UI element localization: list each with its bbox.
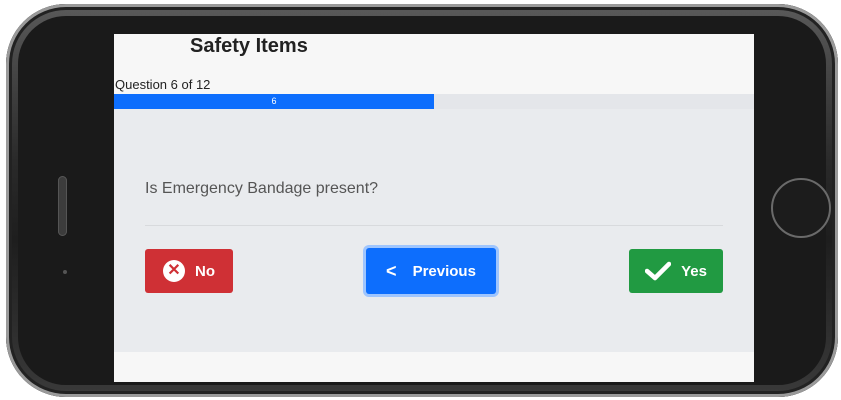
phone-home-button[interactable] [771,178,831,238]
chevron-left-icon: < [386,260,397,281]
question-counter: Question 6 of 12 [115,77,211,92]
x-circle-icon: ✕ [163,260,185,282]
phone-speaker-slot [58,176,67,236]
page-title: Safety Items [190,35,308,57]
check-icon [645,261,672,281]
previous-button[interactable]: < Previous [366,248,496,294]
phone-frame: Safety Items Question 6 of 12 6 Is Emerg… [6,4,838,397]
progress-fill: 6 [114,94,434,109]
no-button-label: No [195,262,215,280]
question-text: Is Emergency Bandage present? [145,180,379,197]
yes-button-label: Yes [681,262,707,280]
header: Safety Items Question 6 of 12 [114,34,754,94]
app-screen: Safety Items Question 6 of 12 6 Is Emerg… [114,34,754,382]
yes-button[interactable]: Yes [629,249,723,293]
phone-camera-dot [63,270,67,274]
previous-button-label: Previous [412,262,476,280]
footer-strip [114,352,754,382]
progress-bar: 6 [114,94,754,109]
no-button[interactable]: ✕ No [145,249,233,293]
divider [145,225,723,226]
